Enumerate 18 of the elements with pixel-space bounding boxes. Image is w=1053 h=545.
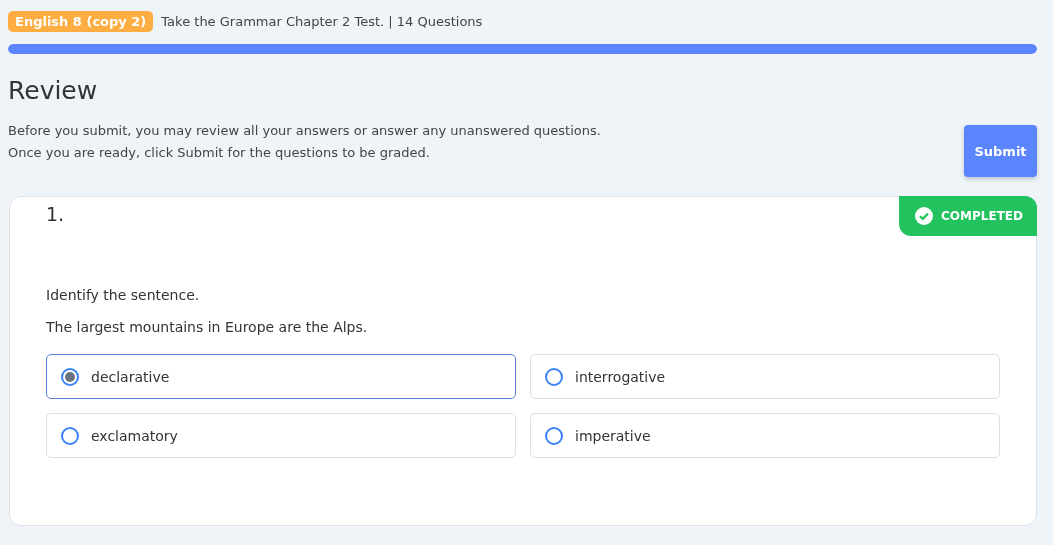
radio-icon — [61, 426, 79, 445]
page-heading: Review — [8, 76, 99, 107]
course-badge: English 8 (copy 2) — [8, 11, 154, 32]
answer-option[interactable]: exclamatory — [46, 413, 516, 458]
radio-icon — [545, 426, 563, 445]
status-badge: COMPLETED — [899, 196, 1037, 236]
instruction-text: Before you submit, you may review all your answers or answer any unanswered questions. — [8, 122, 601, 139]
question-sentence: The largest mountains in Europe are the Alps. — [46, 319, 369, 335]
answer-option[interactable]: interrogative — [530, 354, 1000, 399]
question-prompt: Identify the sentence. — [46, 287, 201, 303]
answer-option[interactable]: declarative — [46, 354, 516, 399]
radio-icon — [61, 367, 79, 386]
test-title: Take the Grammar Chapter 2 Test. | 14 Questions — [161, 14, 483, 29]
question-number: 1. — [46, 203, 65, 225]
radio-icon — [545, 367, 563, 386]
answer-option[interactable]: imperative — [530, 413, 1000, 458]
check-circle-icon — [915, 207, 934, 225]
instruction-text: Once you are ready, click Submit for the questions to be graded. — [8, 144, 431, 161]
